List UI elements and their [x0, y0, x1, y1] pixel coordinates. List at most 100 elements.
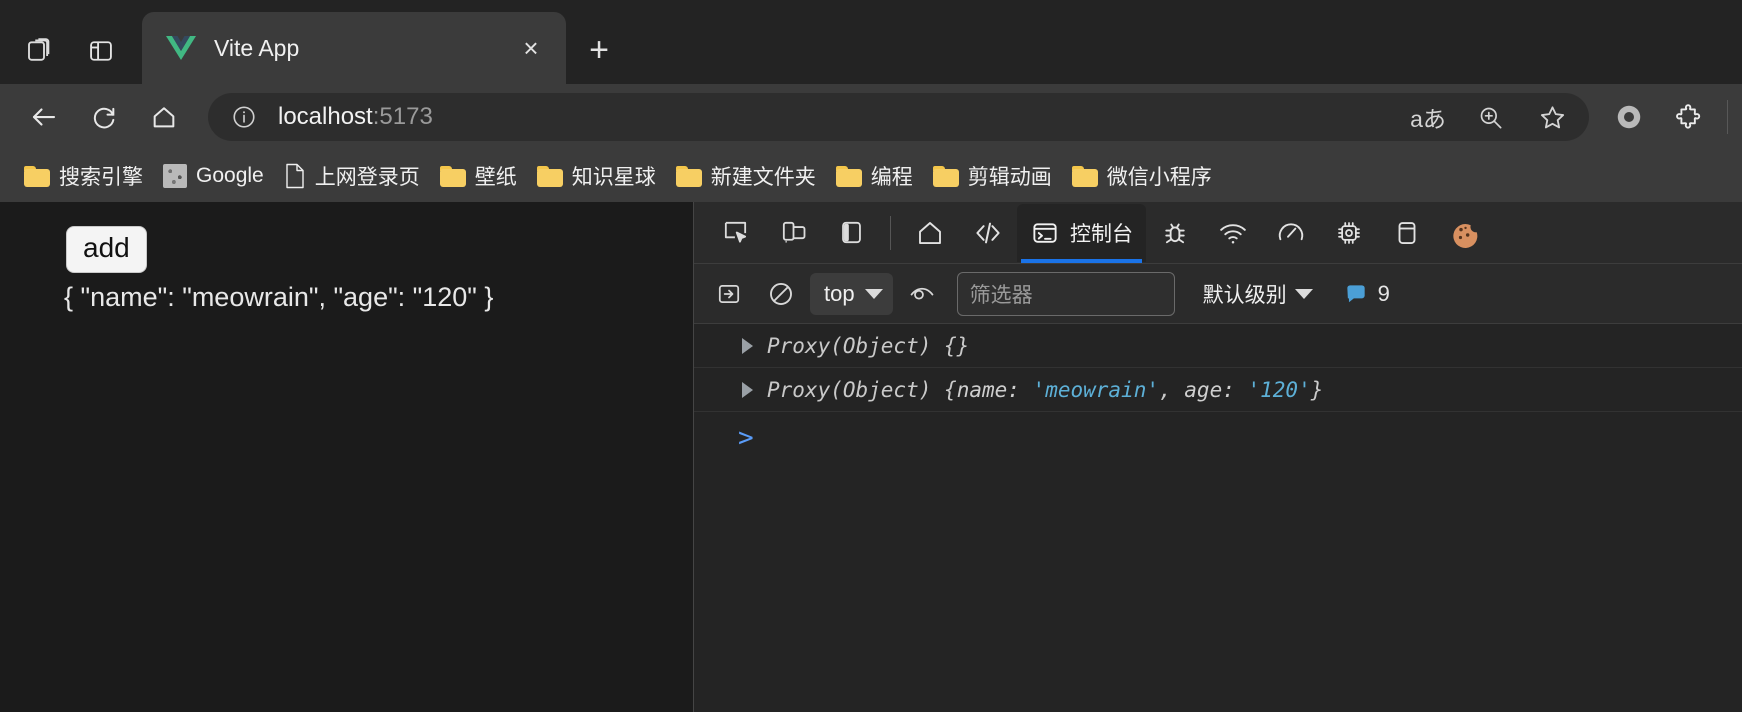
bookmark-label: 上网登录页: [315, 161, 420, 191]
console-message[interactable]: Proxy(Object) {}: [694, 324, 1742, 368]
console-issues-indicator[interactable]: 9: [1343, 281, 1390, 307]
bug-icon: [1160, 218, 1190, 248]
browser-tab-vite-app[interactable]: Vite App ×: [142, 12, 566, 84]
bookmark-item[interactable]: 新建文件夹: [666, 157, 826, 195]
close-icon[interactable]: ×: [514, 31, 548, 65]
find-in-page-button[interactable]: [1459, 94, 1521, 140]
translate-icon: aあ: [1410, 100, 1446, 134]
expand-arrow-icon[interactable]: [742, 338, 753, 354]
browser-tab-strip: Vite App × +: [0, 0, 1742, 84]
bookmark-label: 微信小程序: [1107, 161, 1212, 191]
devtools-tab-console[interactable]: 控制台: [1017, 204, 1146, 262]
inspect-cursor-icon: [721, 218, 750, 247]
sidebar-toggle-button[interactable]: [70, 18, 132, 84]
workspaces-button[interactable]: [8, 18, 70, 84]
browser-navigation-bar: localhost:5173 aあ: [0, 84, 1742, 150]
profile-record-button[interactable]: [1599, 87, 1659, 147]
console-log-level-label: 默认级别: [1203, 279, 1287, 309]
split-console-icon: [716, 281, 742, 307]
console-output[interactable]: Proxy(Object) {} Proxy(Object) {name: 'm…: [694, 324, 1742, 712]
bookmark-item[interactable]: 壁纸: [430, 157, 527, 195]
bookmark-item[interactable]: 编程: [826, 157, 923, 195]
bookmark-item[interactable]: 搜索引擎: [14, 157, 153, 195]
expand-arrow-icon[interactable]: [742, 382, 753, 398]
devtools-inspector-picker[interactable]: [706, 204, 764, 262]
live-expression-button[interactable]: [899, 271, 945, 317]
translate-button[interactable]: aあ: [1397, 94, 1459, 140]
navbar-right-actions: [1599, 87, 1728, 147]
add-button[interactable]: add: [66, 226, 147, 273]
extensions-puzzle-icon: [1674, 102, 1704, 132]
console-log-level-select[interactable]: 默认级别: [1197, 275, 1319, 313]
chip-icon: [1334, 218, 1364, 248]
workspaces-icon: [24, 36, 54, 66]
devtools-tab-network[interactable]: [1204, 204, 1262, 262]
console-message[interactable]: Proxy(Object) {name: 'meowrain', age: '1…: [694, 368, 1742, 412]
new-tab-button[interactable]: +: [572, 20, 626, 80]
bookmark-label: 知识星球: [572, 161, 656, 191]
home-icon: [150, 103, 178, 131]
document-icon: [284, 163, 306, 189]
folder-icon: [836, 166, 862, 187]
bookmark-button[interactable]: [1521, 94, 1583, 140]
devtools-tab-performance[interactable]: [1262, 204, 1320, 262]
devtools-tab-cookies[interactable]: [1436, 204, 1494, 262]
address-bar-url[interactable]: localhost:5173: [278, 103, 1397, 131]
devtools-tab-sources[interactable]: [959, 204, 1017, 262]
code-brackets-icon: [973, 218, 1003, 248]
navbar-divider: [1727, 100, 1728, 134]
back-arrow-icon: [29, 102, 59, 132]
tab-title: Vite App: [214, 35, 514, 62]
console-filter-placeholder: 筛选器: [970, 279, 1033, 309]
devtools-tab-debugger[interactable]: [1146, 204, 1204, 262]
prompt-chevron-icon: >: [738, 423, 754, 453]
page-output-text: { "name": "meowrain", "age": "120" }: [64, 282, 493, 313]
clear-console-button[interactable]: [758, 271, 804, 317]
extensions-button[interactable]: [1659, 87, 1719, 147]
console-message-label: Proxy(Object): [767, 334, 931, 358]
bookmark-item[interactable]: 剪辑动画: [923, 157, 1062, 195]
reload-button[interactable]: [74, 87, 134, 147]
folder-icon: [1072, 166, 1098, 187]
bookmark-item[interactable]: 微信小程序: [1062, 157, 1222, 195]
info-circle-icon[interactable]: [224, 97, 264, 137]
bookmark-label: 新建文件夹: [711, 161, 816, 191]
console-context-value: top: [824, 281, 855, 307]
console-message-body: {name: 'meowrain', age: '120'}: [944, 378, 1323, 402]
console-toolbar: top 筛选器 默认级别: [694, 264, 1742, 324]
url-host: localhost: [278, 103, 373, 130]
home-button[interactable]: [134, 87, 194, 147]
token-plain: {: [944, 378, 957, 402]
token-prop: age:: [1184, 378, 1235, 402]
devtools-panel: 控制台: [693, 202, 1742, 712]
devtools-tab-storage[interactable]: [1378, 204, 1436, 262]
token-prop: name:: [957, 378, 1020, 402]
console-filter-input[interactable]: 筛选器: [957, 272, 1175, 316]
reload-icon: [90, 103, 118, 131]
bookmark-item[interactable]: 知识星球: [527, 157, 666, 195]
sidebar-toggle-icon: [87, 37, 115, 65]
folder-icon: [676, 166, 702, 187]
devtools-tab-console-label: 控制台: [1070, 218, 1133, 248]
console-prompt[interactable]: >: [694, 412, 1742, 464]
token-plain: }: [1311, 378, 1324, 402]
devtools-tab-elements[interactable]: [901, 204, 959, 262]
live-expression-icon: [908, 280, 936, 308]
token-plain: ,: [1159, 378, 1184, 402]
devtools-dock-side[interactable]: [822, 204, 880, 262]
token-string: 'meowrain': [1020, 378, 1159, 402]
folder-icon: [933, 166, 959, 187]
google-site-icon: [163, 164, 187, 188]
devtools-responsive-mode[interactable]: [764, 204, 822, 262]
chevron-down-icon: [865, 289, 883, 299]
bookmark-item[interactable]: Google: [153, 160, 274, 192]
devtools-tab-memory[interactable]: [1320, 204, 1378, 262]
token-string: '120': [1235, 378, 1311, 402]
console-context-select[interactable]: top: [810, 273, 893, 315]
clear-console-icon: [767, 280, 795, 308]
split-console-button[interactable]: [706, 271, 752, 317]
address-bar[interactable]: localhost:5173 aあ: [208, 93, 1589, 141]
home-icon: [915, 218, 945, 248]
bookmark-item[interactable]: 上网登录页: [274, 157, 430, 195]
back-button[interactable]: [14, 87, 74, 147]
